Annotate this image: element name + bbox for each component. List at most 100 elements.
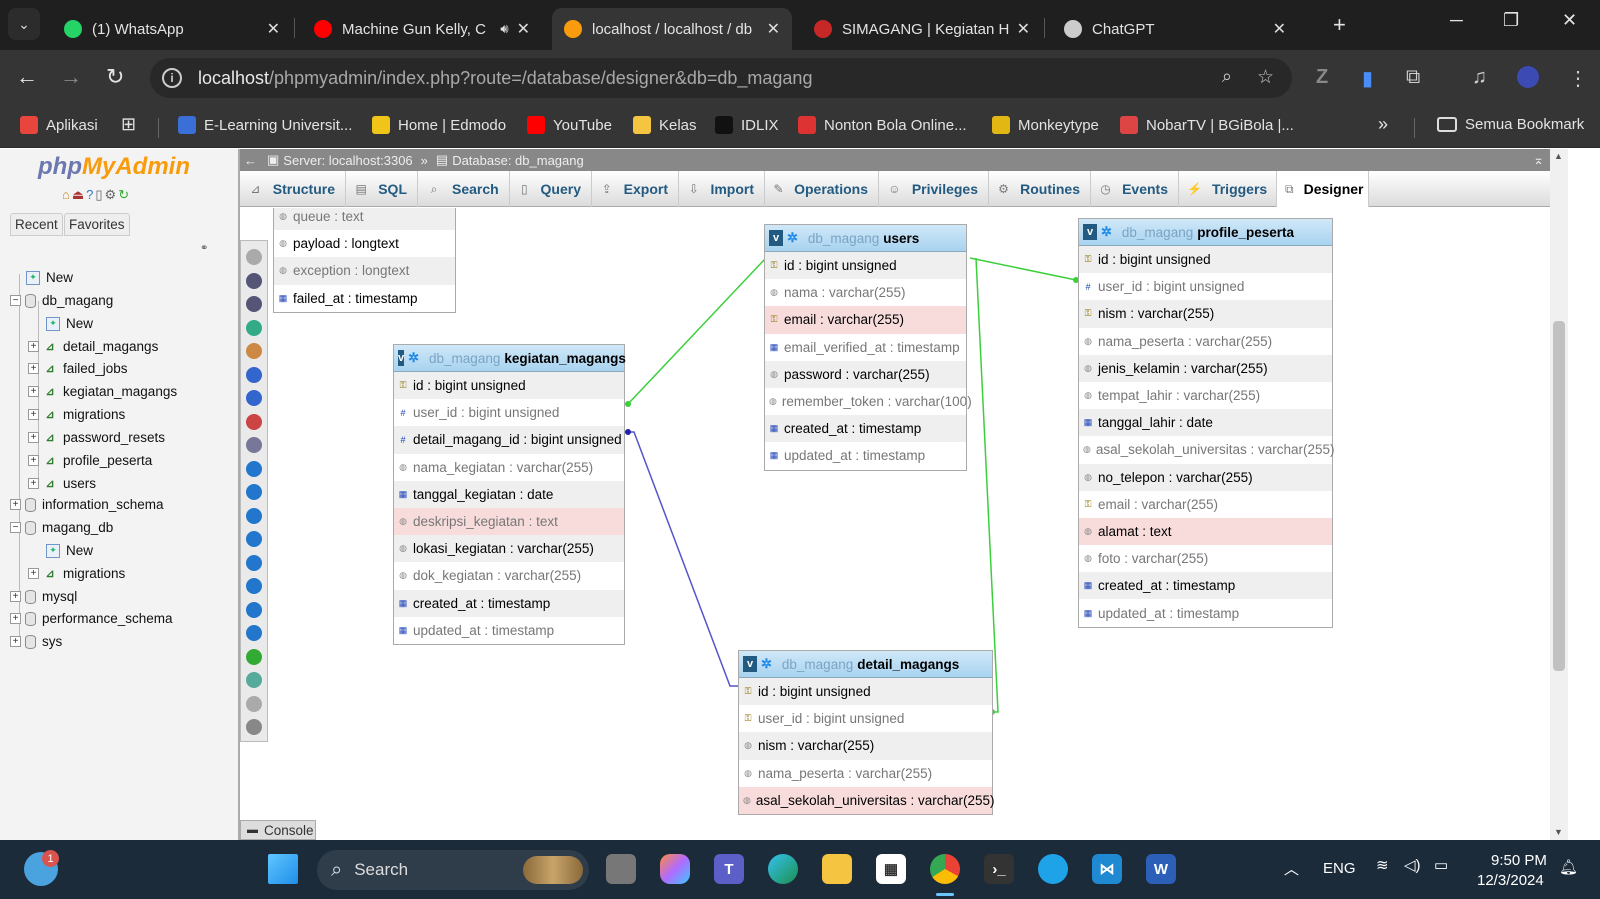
expand-toggle[interactable]: +	[28, 432, 39, 443]
tree-item[interactable]: + ⊿ password_resets	[28, 430, 165, 445]
table-column-row[interactable]: ▦ updated_at : timestamp	[394, 617, 624, 644]
table-column-row[interactable]: ▦ created_at : timestamp	[394, 589, 624, 617]
tree-item[interactable]: + sys	[10, 634, 62, 649]
extension-z-icon[interactable]: Z	[1316, 66, 1328, 89]
fullscreen-icon[interactable]	[246, 272, 262, 289]
close-tab-icon[interactable]: ✕	[267, 19, 280, 39]
table-column-row[interactable]: ⚿ id : bigint unsigned	[394, 372, 624, 400]
breadcrumb-database[interactable]: Database: db_magang	[452, 153, 584, 168]
tab-routines[interactable]: ⚙ Routines	[989, 171, 1091, 207]
site-info-icon[interactable]: i	[162, 68, 182, 88]
toggle-columns-icon[interactable]: v	[1083, 224, 1097, 240]
table-column-row[interactable]: ⚿ id : bigint unsigned	[765, 252, 966, 280]
tree-item[interactable]: + ⊿ migrations	[28, 407, 125, 422]
table-column-row[interactable]: ◍ nism : varchar(255)	[739, 732, 992, 760]
wifi-icon[interactable]: ≋	[1376, 856, 1389, 874]
table-column-row[interactable]: ◍ password : varchar(255)	[765, 360, 966, 388]
expand-toggle[interactable]: +	[28, 363, 39, 374]
table-column-row[interactable]: ▦ tanggal_lahir : date	[1079, 409, 1332, 437]
expand-toggle[interactable]: +	[28, 568, 39, 579]
table-header[interactable]: v ✲ db_magang detail_magangs	[739, 651, 992, 678]
small-big-icon[interactable]	[246, 578, 262, 594]
tab-designer[interactable]: ⧉ Designer	[1277, 171, 1369, 207]
bookmark-item[interactable]: IDLIX	[715, 116, 779, 134]
bookmark-star-icon[interactable]: ☆	[1257, 66, 1274, 89]
tree-item[interactable]: ✦ New	[46, 543, 93, 558]
copilot-icon[interactable]	[660, 854, 690, 884]
task-view-icon[interactable]	[606, 854, 636, 884]
phpmyadmin-logo[interactable]: phpMyAdmin	[38, 153, 190, 181]
table-column-row[interactable]: ◍ alamat : text	[1079, 517, 1332, 546]
tab-events[interactable]: ◷ Events	[1091, 171, 1179, 207]
table-column-row[interactable]: ◍ lokasi_kegiatan : varchar(255)	[394, 535, 624, 563]
volume-icon[interactable]: ◁)	[1404, 856, 1421, 874]
scroll-up-icon[interactable]: ▲	[1554, 151, 1563, 161]
extensions-puzzle-icon[interactable]: ⧉	[1406, 66, 1420, 89]
table-options-icon[interactable]: ✲	[1101, 224, 1112, 240]
tree-item[interactable]: + ⊿ users	[28, 476, 96, 491]
table-column-row[interactable]: # user_id : bigint unsigned	[394, 399, 624, 426]
table-column-row[interactable]: ◍ jenis_kelamin : varchar(255)	[1079, 354, 1332, 382]
toggle-nav-icon[interactable]	[246, 249, 262, 265]
new-tab-button[interactable]: +	[1333, 12, 1346, 38]
url-input[interactable]: i localhost/phpmyadmin/index.php?route=/…	[150, 58, 1292, 98]
designer-canvas[interactable]: ◍ queue : text ◍ payload : longtext ◍ excepti…	[240, 208, 1550, 838]
back-button[interactable]: ←	[16, 64, 38, 90]
expand-toggle[interactable]: +	[28, 409, 39, 420]
table-column-row[interactable]: # user_id : bigint unsigned	[1079, 273, 1332, 300]
collapse-arrow-icon[interactable]: ←	[244, 153, 257, 168]
taskbar-search[interactable]: ⌕ Search	[317, 850, 589, 890]
browser-tab[interactable]: SIMAGANG | Kegiatan Ha ✕	[802, 8, 1042, 50]
edge-dev-icon[interactable]	[1038, 854, 1068, 884]
table-column-row[interactable]: ⚿ user_id : bigint unsigned	[739, 705, 992, 732]
notifications-bell-icon[interactable]: 🔔︎	[1559, 858, 1578, 876]
tree-item[interactable]: + ⊿ failed_jobs	[28, 361, 128, 376]
tree-item[interactable]: + information_schema	[10, 497, 164, 512]
table-options-icon[interactable]: ✲	[761, 656, 772, 672]
save-page-icon[interactable]	[246, 366, 262, 383]
table-options-icon[interactable]: ✲	[787, 230, 798, 246]
word-icon[interactable]: W	[1146, 854, 1176, 884]
bookmark-item[interactable]: Kelas	[633, 116, 697, 134]
create-table-icon[interactable]	[246, 437, 262, 453]
table-column-row[interactable]: ⚿ id : bigint unsigned	[1079, 246, 1332, 274]
settings-gear-icon[interactable]: ⚙	[105, 187, 119, 202]
bookmarks-overflow-button[interactable]: »	[1378, 114, 1388, 135]
create-relation-icon[interactable]	[246, 460, 262, 477]
help-icon[interactable]	[246, 507, 262, 524]
zoom-icon[interactable]: ⌕	[1222, 66, 1232, 87]
tray-chevron-icon[interactable]: ︿	[1284, 858, 1299, 879]
help-icon[interactable]: ?	[86, 187, 95, 202]
table-column-row[interactable]: ▦ created_at : timestamp	[765, 415, 966, 443]
table-column-row[interactable]: ⚿ email : varchar(255)	[1079, 491, 1332, 518]
fullscreen-top-icon[interactable]: ⌅	[1533, 152, 1544, 168]
expand-toggle[interactable]: −	[10, 295, 21, 306]
reload-nav-icon[interactable]: ↻	[118, 187, 131, 202]
table-column-row[interactable]: ◍ nama : varchar(255)	[765, 279, 966, 306]
tab-triggers[interactable]: ⚡ Triggers	[1179, 171, 1277, 207]
designer-table-failed-jobs[interactable]: ◍ queue : text ◍ payload : longtext ◍ excepti…	[273, 208, 456, 313]
tab-query[interactable]: ▯ Query	[510, 171, 592, 207]
table-header[interactable]: v ✲ db_magang kegiatan_magangs	[394, 345, 626, 372]
all-bookmarks-folder[interactable]: Semua Bookmark	[1437, 116, 1584, 133]
add-tables-icon[interactable]	[246, 296, 262, 312]
tree-item[interactable]: − db_magang	[10, 293, 113, 308]
move-menu-icon[interactable]	[246, 695, 262, 712]
table-column-row[interactable]: ▦ email_verified_at : timestamp	[765, 334, 966, 361]
browser-menu-icon[interactable]: ⋮	[1568, 66, 1588, 91]
table-column-row[interactable]: ◍ tempat_lahir : varchar(255)	[1079, 382, 1332, 409]
bookmark-item[interactable]: Monkeytype	[992, 116, 1099, 134]
table-column-row[interactable]: ▦ updated_at : timestamp	[1079, 599, 1332, 626]
breadcrumb-server[interactable]: Server: localhost:3306	[283, 153, 412, 168]
scrollbar-thumb[interactable]	[1553, 321, 1565, 671]
close-tab-icon[interactable]: ✕	[1017, 19, 1030, 39]
apps-grid-icon[interactable]: ⊞	[121, 114, 136, 135]
table-column-row[interactable]: ◍ asal_sekolah_universitas : varchar(255)	[739, 786, 994, 814]
toggle-columns-icon[interactable]: v	[743, 656, 757, 672]
relation-display-icon[interactable]	[246, 625, 262, 641]
store-icon[interactable]: ▦	[876, 854, 906, 884]
snap-grid-icon[interactable]	[246, 554, 262, 571]
toggle-columns-icon[interactable]: v	[398, 350, 405, 366]
tree-item[interactable]: + performance_schema	[10, 611, 173, 626]
export-schema-icon[interactable]	[246, 648, 262, 665]
